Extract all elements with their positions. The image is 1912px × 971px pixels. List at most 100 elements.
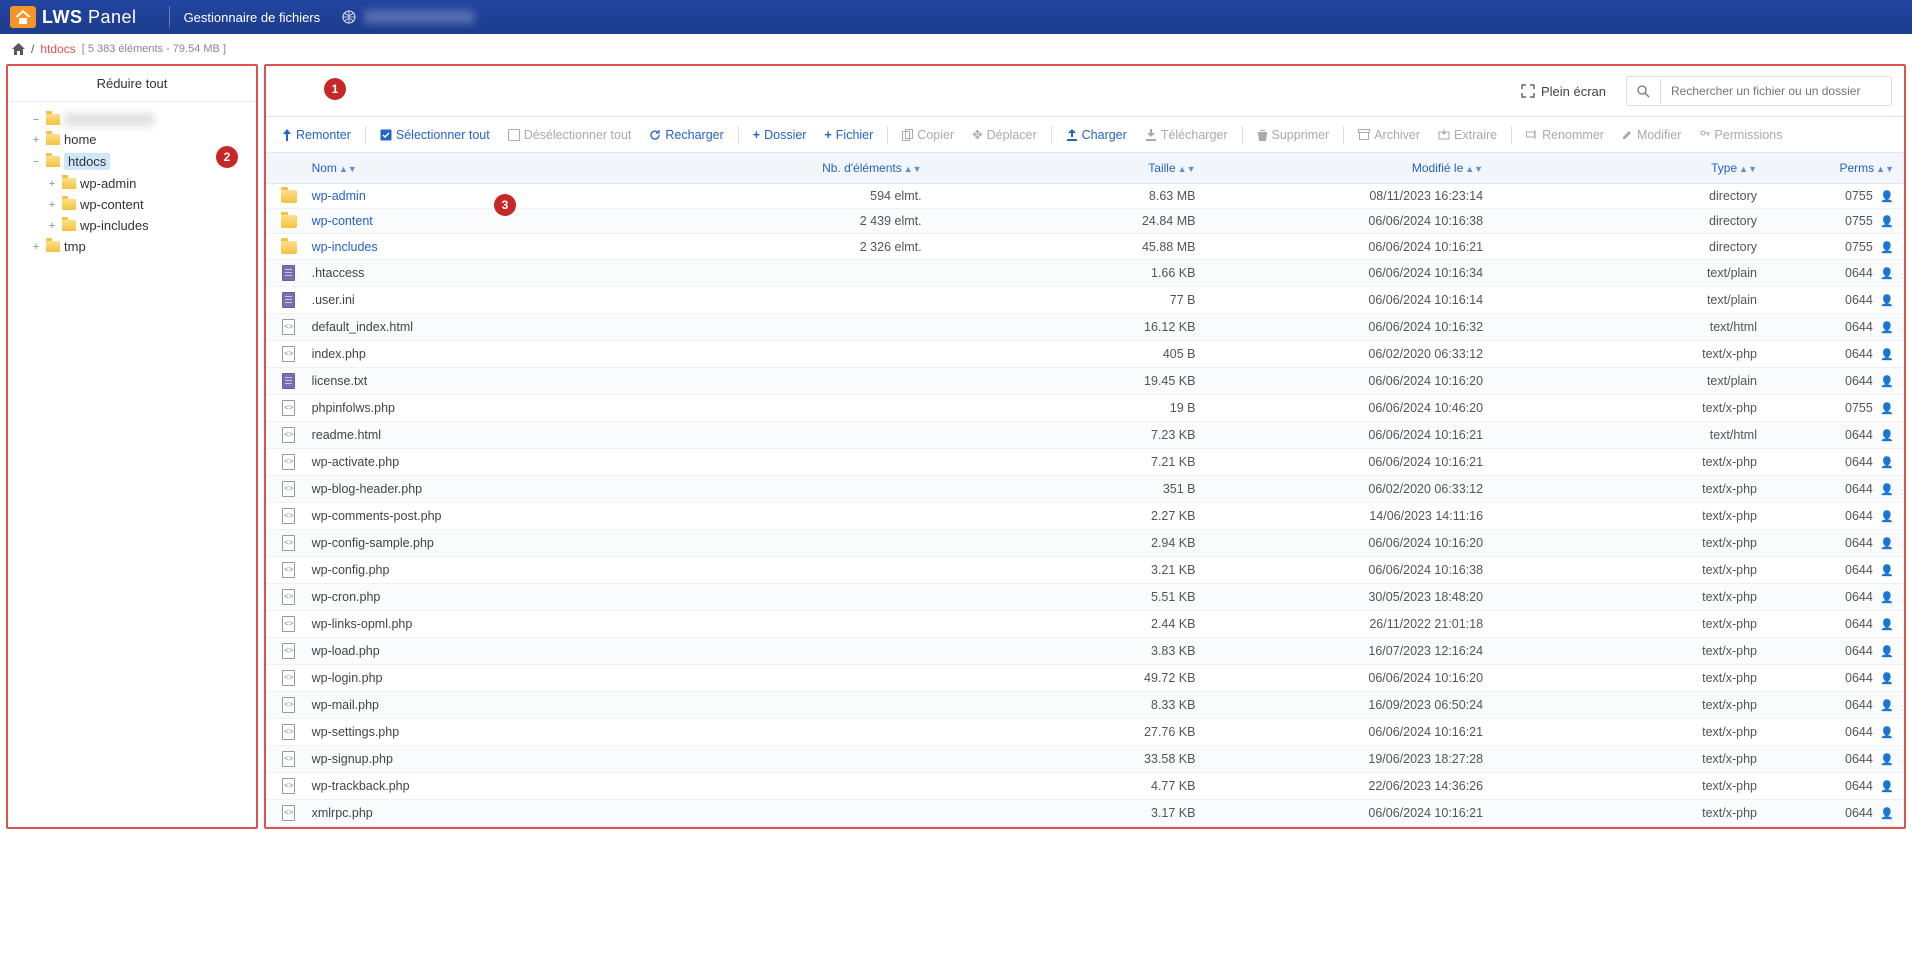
- tree-item-wp-content[interactable]: + wp-content: [46, 194, 250, 215]
- file-size: 19.45 KB: [932, 367, 1206, 394]
- tree-item-tmp[interactable]: + tmp: [30, 236, 250, 257]
- new-file-button[interactable]: +Fichier: [816, 124, 881, 146]
- select-all-button[interactable]: Sélectionner tout: [372, 124, 498, 146]
- file-size: 4.77 KB: [932, 772, 1206, 799]
- table-row[interactable]: .user.ini77 B06/06/2024 10:16:14text/pla…: [266, 286, 1904, 313]
- home-icon[interactable]: [12, 43, 25, 55]
- tree-item-wp-includes[interactable]: + wp-includes: [46, 215, 250, 236]
- col-header-name[interactable]: Nom▲▼: [302, 153, 685, 184]
- file-name: .htaccess: [312, 266, 365, 280]
- tree-toggle-icon[interactable]: −: [30, 156, 42, 168]
- annotation-badge-2: 2: [216, 146, 238, 168]
- file-elements: 2 439 elmt.: [685, 209, 932, 234]
- file-size: 351 B: [932, 475, 1206, 502]
- top-bar: LWS Panel Gestionnaire de fichiers: [0, 0, 1912, 34]
- file-modified: 22/06/2023 14:36:26: [1205, 772, 1493, 799]
- file-modified: 06/06/2024 10:16:20: [1205, 529, 1493, 556]
- annotation-badge-1: 1: [324, 78, 346, 100]
- file-name: xmlrpc.php: [312, 806, 373, 820]
- breadcrumb-folder[interactable]: htdocs: [40, 42, 75, 56]
- content-panel: 1 3 Plein écran Remonter Sélectionner to…: [264, 64, 1906, 829]
- user-icon: 👤: [1880, 538, 1894, 550]
- file-perms: 0644 👤: [1767, 286, 1904, 313]
- file-type: text/x-php: [1493, 772, 1767, 799]
- user-icon: 👤: [1880, 781, 1894, 793]
- file-name[interactable]: wp-content: [312, 214, 373, 228]
- toolbar: Remonter Sélectionner tout Désélectionne…: [266, 117, 1904, 153]
- file-name: default_index.html: [312, 320, 413, 334]
- file-modified: 16/09/2023 06:50:24: [1205, 691, 1493, 718]
- tree-item-home[interactable]: + home: [30, 129, 250, 150]
- file-type: text/html: [1493, 313, 1767, 340]
- col-header-type[interactable]: Type▲▼: [1493, 153, 1767, 184]
- table-row[interactable]: wp-config-sample.php2.94 KB06/06/2024 10…: [266, 529, 1904, 556]
- table-row[interactable]: index.php405 B06/02/2020 06:33:12text/x-…: [266, 340, 1904, 367]
- table-row[interactable]: wp-blog-header.php351 B06/02/2020 06:33:…: [266, 475, 1904, 502]
- search-icon[interactable]: [1627, 79, 1661, 104]
- code-file-icon: [282, 643, 295, 659]
- permissions-button: Permissions: [1691, 124, 1790, 146]
- code-file-icon: [282, 751, 295, 767]
- user-icon: 👤: [1880, 376, 1894, 388]
- file-name[interactable]: wp-includes: [312, 240, 378, 254]
- file-modified: 16/07/2023 12:16:24: [1205, 637, 1493, 664]
- new-folder-button[interactable]: +Dossier: [745, 124, 815, 146]
- table-row[interactable]: wp-activate.php7.21 KB06/06/2024 10:16:2…: [266, 448, 1904, 475]
- file-modified: 06/06/2024 10:16:21: [1205, 421, 1493, 448]
- fullscreen-button[interactable]: Plein écran: [1521, 84, 1606, 99]
- table-row[interactable]: wp-trackback.php4.77 KB22/06/2023 14:36:…: [266, 772, 1904, 799]
- tree-item-wp-admin[interactable]: + wp-admin: [46, 173, 250, 194]
- reload-button[interactable]: Recharger: [641, 124, 731, 146]
- tree-toggle-icon[interactable]: +: [30, 134, 42, 146]
- table-row[interactable]: phpinfolws.php19 B06/06/2024 10:46:20tex…: [266, 394, 1904, 421]
- file-modified: 06/06/2024 10:16:34: [1205, 259, 1493, 286]
- file-elements: [685, 583, 932, 610]
- upload-button[interactable]: Charger: [1058, 124, 1135, 146]
- code-file-icon: [282, 697, 295, 713]
- table-row[interactable]: wp-mail.php8.33 KB16/09/2023 06:50:24tex…: [266, 691, 1904, 718]
- tree-toggle-icon[interactable]: +: [30, 241, 42, 253]
- table-row[interactable]: default_index.html16.12 KB06/06/2024 10:…: [266, 313, 1904, 340]
- search-input[interactable]: [1661, 77, 1891, 105]
- file-name: wp-signup.php: [312, 752, 393, 766]
- file-perms: 0644 👤: [1767, 637, 1904, 664]
- table-row[interactable]: readme.html7.23 KB06/06/2024 10:16:21tex…: [266, 421, 1904, 448]
- file-elements: [685, 286, 932, 313]
- table-row[interactable]: .htaccess1.66 KB06/06/2024 10:16:34text/…: [266, 259, 1904, 286]
- globe-icon[interactable]: [342, 10, 356, 24]
- col-header-modified[interactable]: Modifié le▲▼: [1205, 153, 1493, 184]
- user-icon: 👤: [1880, 700, 1894, 712]
- col-header-elements[interactable]: Nb. d'éléments▲▼: [685, 153, 932, 184]
- file-elements: [685, 799, 932, 826]
- table-row[interactable]: wp-settings.php27.76 KB06/06/2024 10:16:…: [266, 718, 1904, 745]
- tree-toggle-icon[interactable]: −: [30, 114, 42, 126]
- table-row[interactable]: wp-config.php3.21 KB06/06/2024 10:16:38t…: [266, 556, 1904, 583]
- file-table: Nom▲▼ Nb. d'éléments▲▼ Taille▲▼ Modifié …: [266, 153, 1904, 827]
- tree-toggle-icon[interactable]: +: [46, 220, 58, 232]
- file-name: readme.html: [312, 428, 381, 442]
- col-header-perms[interactable]: Perms▲▼: [1767, 153, 1904, 184]
- table-row[interactable]: license.txt19.45 KB06/06/2024 10:16:20te…: [266, 367, 1904, 394]
- table-row[interactable]: wp-login.php49.72 KB06/06/2024 10:16:20t…: [266, 664, 1904, 691]
- tree-toggle-icon[interactable]: +: [46, 178, 58, 190]
- file-name: wp-links-opml.php: [312, 617, 413, 631]
- tree-root[interactable]: −: [30, 110, 250, 129]
- table-row[interactable]: wp-signup.php33.58 KB19/06/2023 18:27:28…: [266, 745, 1904, 772]
- folder-icon: [46, 241, 60, 252]
- table-row[interactable]: wp-cron.php5.51 KB30/05/2023 18:48:20tex…: [266, 583, 1904, 610]
- file-perms: 0644 👤: [1767, 772, 1904, 799]
- table-row[interactable]: wp-comments-post.php2.27 KB14/06/2023 14…: [266, 502, 1904, 529]
- table-row[interactable]: xmlrpc.php3.17 KB06/06/2024 10:16:21text…: [266, 799, 1904, 826]
- table-row[interactable]: wp-includes2 326 elmt.45.88 MB06/06/2024…: [266, 234, 1904, 259]
- table-row[interactable]: wp-load.php3.83 KB16/07/2023 12:16:24tex…: [266, 637, 1904, 664]
- col-header-size[interactable]: Taille▲▼: [932, 153, 1206, 184]
- file-name[interactable]: wp-admin: [312, 189, 366, 203]
- table-row[interactable]: wp-links-opml.php2.44 KB26/11/2022 21:01…: [266, 610, 1904, 637]
- file-type: text/x-php: [1493, 556, 1767, 583]
- user-icon: 👤: [1880, 242, 1894, 254]
- collapse-all-button[interactable]: Réduire tout: [8, 66, 256, 102]
- file-perms: 0644 👤: [1767, 556, 1904, 583]
- up-button[interactable]: Remonter: [274, 124, 359, 146]
- file-size: 8.63 MB: [932, 184, 1206, 209]
- tree-toggle-icon[interactable]: +: [46, 199, 58, 211]
